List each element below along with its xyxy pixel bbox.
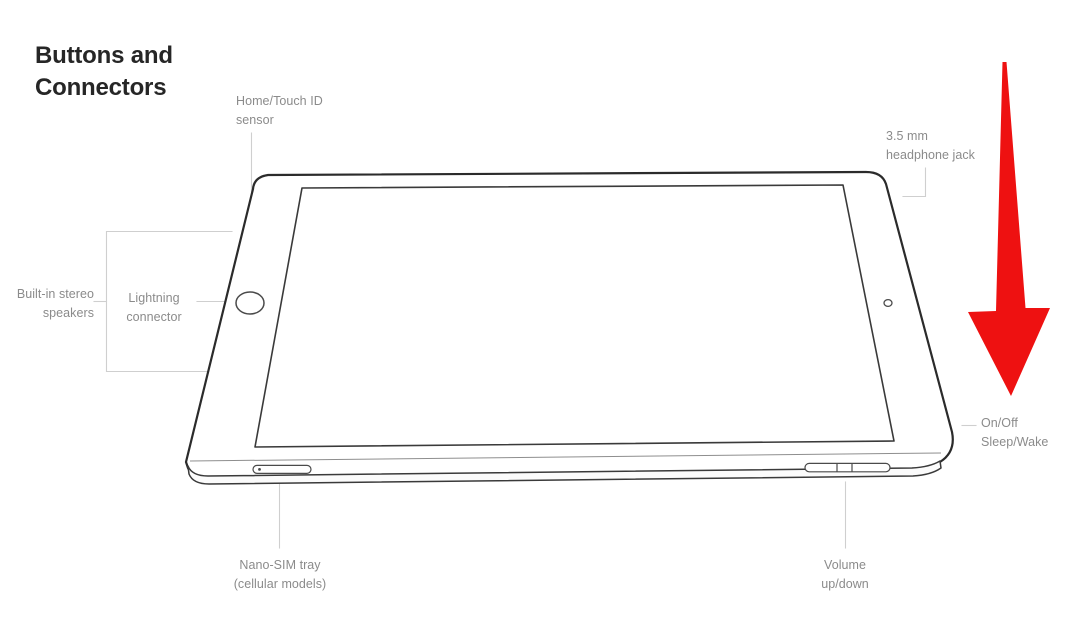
callout-on-off-sleep-wake: On/Off Sleep/Wake bbox=[981, 416, 1049, 450]
callout-headphone-jack: 3.5 mm headphone jack bbox=[886, 129, 975, 163]
tablet-body bbox=[184, 170, 954, 485]
callout-volume: Volume up/down bbox=[821, 558, 869, 592]
volume-buttons bbox=[804, 462, 891, 473]
leader-headphone-jack bbox=[902, 167, 927, 198]
red-down-arrow bbox=[968, 62, 1050, 396]
diagram-canvas: Buttons and Connectors Home/Touch ID sen… bbox=[0, 0, 1080, 630]
callout-nano-sim-tray: Nano-SIM tray (cellular models) bbox=[233, 558, 327, 592]
home-button bbox=[235, 291, 265, 315]
callout-home-touch-id: Home/Touch ID sensor bbox=[236, 94, 323, 128]
nano-sim-tray bbox=[252, 464, 312, 474]
display-screen bbox=[254, 184, 895, 448]
callout-stereo-speakers: Built-in stereo speakers bbox=[16, 287, 94, 321]
callout-lightning-connector: Lightning connector bbox=[126, 291, 182, 325]
front-camera bbox=[883, 298, 893, 308]
